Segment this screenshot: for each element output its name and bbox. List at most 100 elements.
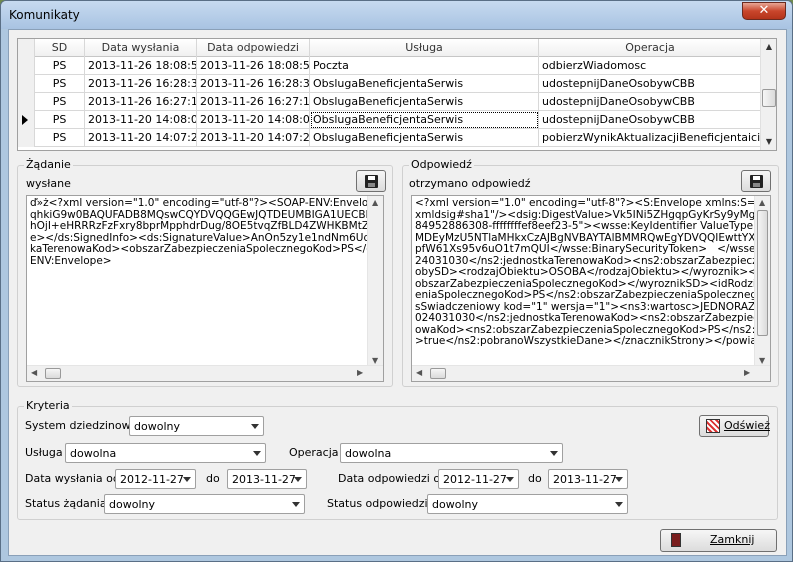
cell-reply-date[interactable]: 2013-11-26 18:08:59 [197, 57, 310, 75]
cell-reply-date[interactable]: 2013-11-26 16:27:15 [197, 93, 310, 111]
title-bar[interactable]: Komunikaty ✕ [1, 1, 792, 29]
grid-header: SD Data wysłania Data odpowiedzi Usługa … [18, 39, 762, 57]
operation-select[interactable]: dowolna [340, 443, 563, 463]
chevron-down-icon [550, 451, 558, 456]
floppy-disk-icon [750, 175, 763, 188]
request-xml-textbox[interactable]: ď»ż<?xml version="1.0" encoding="utf-8"?… [26, 195, 384, 382]
scroll-down-icon[interactable]: ▼ [764, 137, 774, 147]
table-row[interactable]: PS 2013-11-26 18:08:58 2013-11-26 18:08:… [18, 57, 762, 75]
request-group-label: Żądanie [24, 158, 73, 171]
scroll-up-icon[interactable]: ▲ [759, 198, 765, 207]
service-select[interactable]: dowolna [65, 443, 266, 463]
response-status-select[interactable]: dowolny [427, 494, 628, 514]
close-button[interactable]: Zamknij [660, 529, 777, 552]
cell-sd[interactable]: PS [35, 129, 85, 147]
criteria-group: Kryteria System dziedzinowy dowolny Odśw… [17, 399, 778, 520]
header-sent-date[interactable]: Data wysłania [85, 39, 197, 57]
request-status-select[interactable]: dowolny [104, 494, 305, 514]
cell-service[interactable]: ObslugaBeneficjentaSerwis [310, 93, 539, 111]
response-horizontal-scrollbar[interactable]: ◀ ▶ [412, 365, 770, 381]
scroll-thumb[interactable] [757, 210, 768, 336]
response-vertical-scrollbar[interactable]: ▲ ▼ [754, 196, 770, 367]
table-row[interactable]: PS 2013-11-26 16:27:14 2013-11-26 16:27:… [18, 93, 762, 111]
cell-operation[interactable]: udostepnijDaneOsobywCBB [539, 93, 762, 111]
close-button-label: Zamknij [710, 533, 755, 546]
window-title: Komunikaty [9, 8, 80, 22]
cell-service-focused[interactable]: ObslugaBeneficjentaSerwis [310, 111, 539, 129]
messages-grid[interactable]: SD Data wysłania Data odpowiedzi Usługa … [17, 38, 777, 151]
grid-vertical-scrollbar[interactable]: ▲ ▼ [760, 39, 776, 150]
scroll-thumb[interactable] [430, 368, 446, 379]
row-indicator[interactable] [18, 93, 35, 111]
cell-sent-date[interactable]: 2013-11-26 16:27:14 [85, 93, 197, 111]
reply-to-date-picker[interactable]: 2013-11-27 [548, 469, 628, 489]
system-select-value: dowolny [134, 420, 180, 433]
cell-service[interactable]: ObslugaBeneficjentaSerwis [310, 75, 539, 93]
chevron-down-icon [292, 502, 300, 507]
cell-operation[interactable]: udostepnijDaneOsobywCBB [539, 75, 762, 93]
response-group-label: Odpowiedź [409, 158, 474, 171]
header-service[interactable]: Usługa [310, 39, 539, 57]
cell-sent-date[interactable]: 2013-11-20 14:08:06 [85, 111, 197, 129]
chevron-down-icon [615, 502, 623, 507]
cell-sd[interactable]: PS [35, 111, 85, 129]
header-sd[interactable]: SD [35, 39, 85, 57]
client-area: SD Data wysłania Data odpowiedzi Usługa … [8, 29, 787, 556]
scroll-thumb[interactable] [45, 368, 61, 379]
save-response-button[interactable] [741, 170, 771, 192]
cell-sent-date[interactable]: 2013-11-20 14:07:25 [85, 129, 197, 147]
cell-reply-date[interactable]: 2013-11-26 16:28:34 [197, 75, 310, 93]
cell-sent-date[interactable]: 2013-11-26 16:28:34 [85, 75, 197, 93]
response-xml-textbox[interactable]: <?xml version="1.0" encoding="utf-8"?><S… [411, 195, 771, 382]
reply-from-value: 2012-11-27 [443, 473, 507, 486]
window-close-button[interactable]: ✕ [742, 2, 786, 20]
reply-from-label: Data odpowiedzi od [338, 472, 448, 485]
sent-from-value: 2012-11-27 [120, 473, 184, 486]
service-select-value: dowolna [70, 447, 117, 460]
floppy-disk-icon [365, 175, 378, 188]
cell-sd[interactable]: PS [35, 75, 85, 93]
cell-reply-date[interactable]: 2013-11-20 14:07:26 [197, 129, 310, 147]
sent-from-date-picker[interactable]: 2012-11-27 [115, 469, 196, 489]
cell-sent-date[interactable]: 2013-11-26 18:08:58 [85, 57, 197, 75]
scroll-down-icon[interactable]: ▼ [372, 356, 378, 365]
response-status-filter-label: Status odpowiedzi [327, 497, 428, 510]
table-row-selected[interactable]: PS 2013-11-20 14:08:06 2013-11-20 14:08:… [18, 111, 762, 129]
system-label: System dziedzinowy [25, 419, 138, 432]
cell-sd[interactable]: PS [35, 57, 85, 75]
cell-service[interactable]: ObslugaBeneficjentaSerwis [310, 129, 539, 147]
row-indicator-current[interactable] [18, 111, 35, 129]
cell-sd[interactable]: PS [35, 93, 85, 111]
scroll-thumb[interactable] [762, 89, 776, 107]
header-reply-date[interactable]: Data odpowiedzi [197, 39, 310, 57]
table-row[interactable]: PS 2013-11-26 16:28:34 2013-11-26 16:28:… [18, 75, 762, 93]
scroll-left-icon[interactable]: ◀ [416, 368, 422, 377]
cell-reply-date[interactable]: 2013-11-20 14:08:07 [197, 111, 310, 129]
sent-to-label: do [206, 472, 220, 485]
scroll-down-icon[interactable]: ▼ [759, 356, 765, 365]
system-select[interactable]: dowolny [129, 416, 264, 436]
scroll-up-icon[interactable]: ▲ [372, 198, 378, 207]
header-operation[interactable]: Operacja [539, 39, 762, 57]
header-indicator [18, 39, 35, 57]
refresh-button[interactable]: Odśwież [699, 415, 770, 437]
sent-to-date-picker[interactable]: 2013-11-27 [227, 469, 307, 489]
cell-service[interactable]: Poczta [310, 57, 539, 75]
table-row[interactable]: PS 2013-11-20 14:07:25 2013-11-20 14:07:… [18, 129, 762, 147]
request-vertical-scrollbar[interactable]: ▲ ▼ [367, 196, 383, 367]
request-xml-text: ď»ż<?xml version="1.0" encoding="utf-8"?… [30, 197, 384, 267]
reply-from-date-picker[interactable]: 2012-11-27 [438, 469, 519, 489]
request-status-value: dowolny [109, 498, 155, 511]
request-horizontal-scrollbar[interactable]: ◀ ▶ [27, 365, 383, 381]
cell-operation[interactable]: udostepnijDaneOsobywCBB [539, 111, 762, 129]
scroll-right-icon[interactable]: ▶ [744, 368, 750, 377]
row-indicator[interactable] [18, 129, 35, 147]
save-request-button[interactable] [356, 170, 386, 192]
scroll-right-icon[interactable]: ▶ [357, 368, 363, 377]
scroll-left-icon[interactable]: ◀ [31, 368, 37, 377]
scroll-up-icon[interactable]: ▲ [764, 42, 774, 52]
row-indicator[interactable] [18, 75, 35, 93]
cell-operation[interactable]: odbierzWiadomosc [539, 57, 762, 75]
cell-operation[interactable]: pobierzWynikAktualizacjiBeneficjentaicie… [539, 129, 762, 147]
row-indicator[interactable] [18, 57, 35, 75]
